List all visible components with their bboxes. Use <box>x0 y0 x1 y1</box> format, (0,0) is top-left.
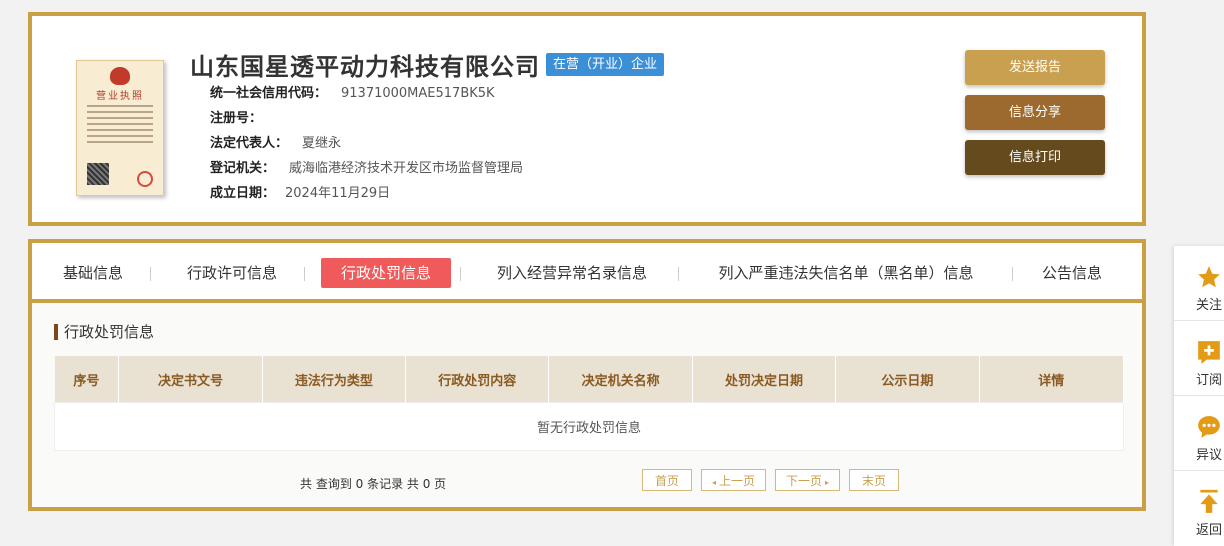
arrow-up-icon <box>1200 489 1218 513</box>
credit-code-value: 91371000MAE517BK5K <box>341 86 495 101</box>
tab-blacklist[interactable]: 列入严重违法失信名单（黑名单）信息 <box>700 258 992 288</box>
credit-code-label: 统一社会信用代码： <box>210 86 328 101</box>
star-icon <box>1198 266 1220 288</box>
company-name: 山东国星透平动力科技有限公司 <box>190 53 540 81</box>
tab-admin-license[interactable]: 行政许可信息 <box>172 258 292 288</box>
col-header-penalty-content: 行政处罚内容 <box>405 356 550 403</box>
table-header-row: 序号 决定书文号 违法行为类型 行政处罚内容 决定机关名称 处罚决定日期 公示日… <box>54 356 1125 403</box>
subscribe-plus-icon <box>1198 341 1220 364</box>
first-page-button[interactable]: 首页 <box>642 469 692 491</box>
penalty-panel: 基础信息 行政许可信息 行政处罚信息 列入经营异常名录信息 列入严重违法失信名单… <box>28 239 1146 511</box>
license-text-lines <box>87 105 153 147</box>
tab-abnormal-list[interactable]: 列入经营异常名录信息 <box>480 258 664 288</box>
floating-sidebar: 关注 订阅 异议 返回 <box>1174 246 1224 546</box>
status-badge: 在营（开业）企业 <box>546 53 665 76</box>
company-card: 营业执照 山东国星透平动力科技有限公司 在营（开业）企业 统一社会信用代码： 91… <box>28 12 1146 226</box>
penalty-table: 序号 决定书文号 违法行为类型 行政处罚内容 决定机关名称 处罚决定日期 公示日… <box>54 356 1125 451</box>
objection-label: 异议 <box>1196 448 1223 463</box>
col-header-decision-date: 处罚决定日期 <box>692 356 837 403</box>
empty-table-message: 暂无行政处罚信息 <box>54 402 1124 451</box>
pager-info: 共 查询到 0 条记录 共 0 页 <box>300 477 447 491</box>
next-page-button[interactable]: 下一页 ▸ <box>775 469 840 491</box>
col-header-violation-type: 违法行为类型 <box>262 356 407 403</box>
caret-left-icon: ◂ <box>711 478 716 487</box>
chat-bubble-icon <box>1198 416 1220 438</box>
established-label: 成立日期： <box>210 186 276 201</box>
tab-announcements[interactable]: 公告信息 <box>1030 258 1114 288</box>
established-value: 2024年11月29日 <box>285 186 391 201</box>
subscribe-label: 订阅 <box>1196 373 1223 388</box>
reg-no-label: 注册号： <box>210 111 263 126</box>
section-title: 行政处罚信息 <box>54 324 154 340</box>
col-header-decision-no: 决定书文号 <box>118 356 263 403</box>
send-report-button[interactable]: 发送报告 <box>965 50 1105 85</box>
subscribe-button[interactable]: 订阅 <box>1174 321 1224 396</box>
last-page-button[interactable]: 末页 <box>849 469 899 491</box>
info-row-credit-code: 统一社会信用代码： 91371000MAE517BK5K <box>210 85 495 103</box>
caret-right-icon: ▸ <box>825 478 830 487</box>
info-row-authority: 登记机关： 威海临港经济技术开发区市场监督管理局 <box>210 160 523 178</box>
col-header-publish-date: 公示日期 <box>835 356 980 403</box>
license-title: 营业执照 <box>96 91 144 102</box>
tab-bar: 基础信息 行政许可信息 行政处罚信息 列入经营异常名录信息 列入严重违法失信名单… <box>32 243 1142 303</box>
prev-page-button[interactable]: ◂ 上一页 <box>701 469 766 491</box>
follow-label: 关注 <box>1196 298 1223 313</box>
authority-value: 威海临港经济技术开发区市场监督管理局 <box>289 161 524 176</box>
next-page-label: 下一页 <box>785 474 822 488</box>
col-header-index: 序号 <box>54 356 120 403</box>
seal-icon <box>137 171 153 187</box>
objection-button[interactable]: 异议 <box>1174 396 1224 471</box>
tab-divider <box>304 267 305 281</box>
back-to-top-button[interactable]: 返回 <box>1174 471 1224 545</box>
legal-rep-value: 夏继永 <box>302 136 342 151</box>
authority-label: 登记机关： <box>210 161 276 176</box>
prev-page-label: 上一页 <box>719 474 756 488</box>
tab-divider <box>678 267 679 281</box>
back-label: 返回 <box>1196 523 1223 538</box>
tab-divider <box>1012 267 1013 281</box>
share-info-button[interactable]: 信息分享 <box>965 95 1105 130</box>
col-header-authority: 决定机关名称 <box>548 356 693 403</box>
info-row-legal-rep: 法定代表人： 夏继永 <box>210 135 341 153</box>
tab-divider <box>460 267 461 281</box>
legal-rep-label: 法定代表人： <box>210 136 289 151</box>
tab-admin-penalty[interactable]: 行政处罚信息 <box>321 258 451 288</box>
qr-code-icon <box>87 163 109 185</box>
tab-basic-info[interactable]: 基础信息 <box>50 258 136 288</box>
table-row: 暂无行政处罚信息 <box>54 402 1124 451</box>
follow-button[interactable]: 关注 <box>1174 246 1224 321</box>
business-license-image: 营业执照 <box>76 60 164 196</box>
info-row-established: 成立日期： 2024年11月29日 <box>210 185 390 203</box>
tab-divider <box>150 267 151 281</box>
national-emblem-icon <box>110 67 130 85</box>
print-info-button[interactable]: 信息打印 <box>965 140 1105 175</box>
col-header-details: 详情 <box>979 356 1125 403</box>
info-row-reg-no: 注册号： <box>210 110 276 128</box>
